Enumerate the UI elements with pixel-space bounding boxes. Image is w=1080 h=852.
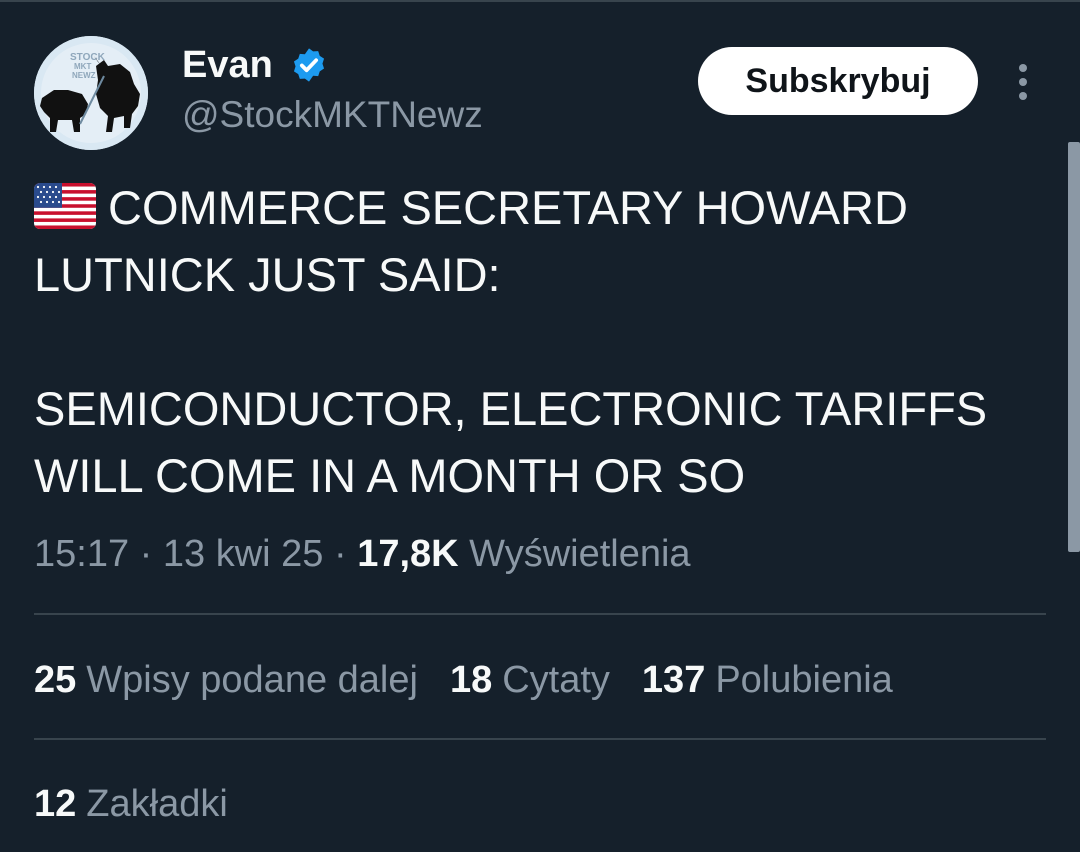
svg-text:MKT: MKT xyxy=(74,62,91,71)
quotes-count: 18 xyxy=(449,659,493,701)
tweet-line: LUTNICK JUST SAID: xyxy=(34,248,501,301)
scrollbar[interactable] xyxy=(1068,142,1080,552)
reposts-count: 25 xyxy=(34,659,77,701)
reposts-label: Wpisy podane dalej xyxy=(86,659,418,701)
verified-badge-icon xyxy=(293,48,325,82)
quotes-label: Cytaty xyxy=(502,659,610,701)
tweet-date[interactable]: 13 kwi 25 xyxy=(163,533,324,575)
tweet-line: WILL COME IN A MONTH OR SO xyxy=(34,449,746,502)
bookmarks-stat[interactable]: 12 Zakładki xyxy=(34,779,228,829)
tweet-line: COMMERCE SECRETARY HOWARD xyxy=(34,174,1044,241)
divider xyxy=(34,738,1046,740)
subscribe-button[interactable]: Subskrybuj xyxy=(698,47,978,115)
more-dot xyxy=(1019,64,1027,72)
avatar[interactable]: STOCK MKT NEWZ xyxy=(34,36,148,150)
more-options-icon[interactable] xyxy=(1008,62,1038,102)
reposts-stat[interactable]: 25 Wpisy podane dalej xyxy=(34,655,418,705)
likes-stat[interactable]: 137 Polubienia xyxy=(642,655,893,705)
bookmarks-label: Zakładki xyxy=(86,783,228,825)
tweet-meta: 15:17 · 13 kwi 25 · 17,8K Wyświetlenia xyxy=(34,530,691,578)
likes-count: 137 xyxy=(641,659,706,701)
likes-label: Polubienia xyxy=(715,659,893,701)
stock-mkt-newz-logo-icon: STOCK MKT NEWZ xyxy=(34,36,148,150)
more-dot xyxy=(1019,78,1027,86)
views-count: 17,8K xyxy=(357,533,459,575)
tweet-time[interactable]: 15:17 xyxy=(34,533,129,575)
us-flag-icon xyxy=(34,183,96,229)
tweet-line-text: COMMERCE SECRETARY HOWARD xyxy=(108,181,908,234)
quotes-stat[interactable]: 18 Cytaty xyxy=(450,655,610,705)
engagement-stats: 25 Wpisy podane dalej 18 Cytaty 137 Polubieni… xyxy=(34,655,925,705)
views-label: Wyświetlenia xyxy=(469,533,691,575)
bookmarks-count: 12 xyxy=(34,783,77,825)
tweet-line: SEMICONDUCTOR, ELECTRONIC TARIFFS xyxy=(34,382,988,435)
top-divider xyxy=(0,0,1080,2)
user-handle[interactable]: @StockMKTNewz xyxy=(182,93,483,137)
divider xyxy=(34,613,1046,615)
svg-text:NEWZ: NEWZ xyxy=(72,71,96,80)
tweet-text: COMMERCE SECRETARY HOWARD LUTNICK JUST S… xyxy=(34,174,1044,509)
meta-separator: · xyxy=(323,533,358,575)
meta-separator: · xyxy=(129,533,163,575)
more-dot xyxy=(1019,92,1027,100)
display-name[interactable]: Evan xyxy=(182,42,273,88)
